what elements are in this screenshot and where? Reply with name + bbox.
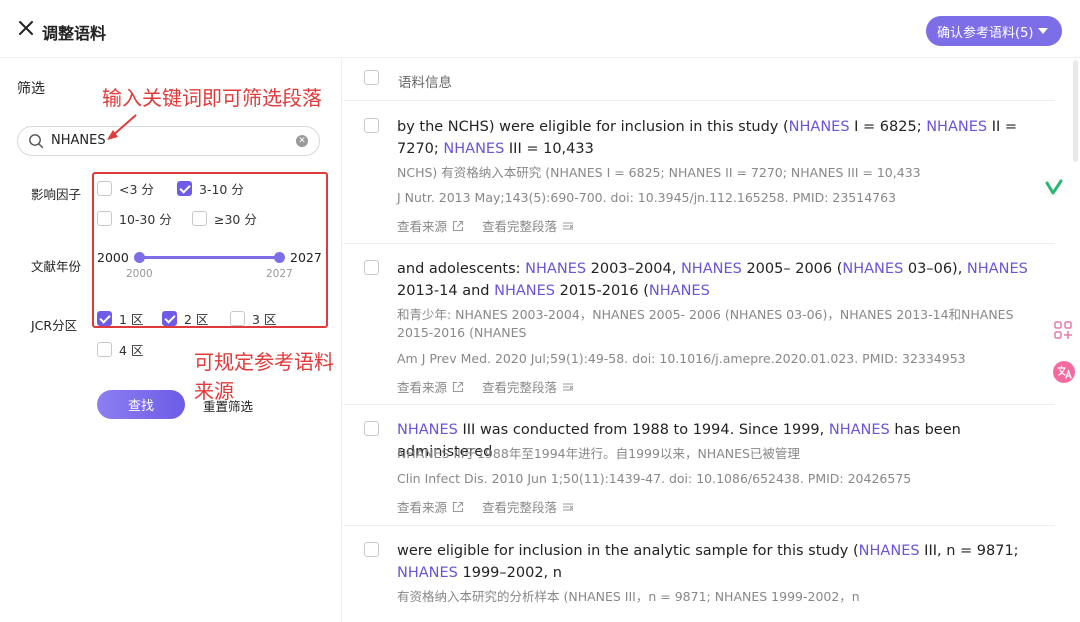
wechat-assistant-icon[interactable] [1044,178,1064,198]
view-source-link[interactable]: 查看来源 [397,216,464,235]
view-full-paragraph-label: 查看完整段落 [482,380,558,395]
checkbox [364,542,379,557]
checkbox [364,118,379,133]
view-source-label: 查看来源 [397,219,448,234]
paragraph-icon [563,382,574,391]
entry-links: 查看来源 查看完整段落 [397,216,592,235]
entry-links: 查看来源 查看完整段落 [397,377,592,396]
corpus-entry: were eligible for inclusion in the analy… [343,526,1055,622]
jcr-option-q4[interactable]: 4 区 [97,340,143,359]
jcr-label: JCR分区 [31,318,78,333]
search-icon [29,134,44,149]
select-all-checkbox[interactable] [364,70,386,85]
corpus-list: 语料信息 by the NCHS) were eligible for incl… [343,58,1080,622]
corpus-info-header: 语料信息 [398,75,452,91]
translate-icon[interactable] [1052,360,1076,384]
external-link-icon [452,220,464,231]
corpus-entry: by the NCHS) were eligible for inclusion… [343,102,1055,244]
external-link-icon [452,381,464,392]
entry-links: 查看来源 查看完整段落 [397,497,592,516]
caret-down-icon [1038,28,1048,34]
adjust-corpus-dialog: 调整语料 确认参考语料(5) 筛选 NHANES ✕ 影响因子 <3 分 3-1… [0,0,1080,622]
find-button[interactable]: 查找 [97,390,185,419]
search-input[interactable]: NHANES ✕ [17,126,320,156]
corpus-list-header: 语料信息 [343,58,1055,101]
corpus-entry: NHANES III was conducted from 1988 to 19… [343,405,1055,526]
corpus-entry: and adolescents: NHANES 2003–2004, NHANE… [343,244,1055,405]
view-source-label: 查看来源 [397,500,448,515]
close-icon [19,21,33,35]
entry-chinese-text: NHANES III于1988年至1994年进行。自1999以来，NHANES已… [397,446,800,461]
entry-checkbox[interactable] [364,421,386,436]
confirm-corpus-button[interactable]: 确认参考语料(5) [926,16,1062,46]
entry-chinese-text: 有资格纳入本研究的分析样本 (NHANES III，n = 9871; NHAN… [397,589,860,604]
filter-sidebar: 筛选 NHANES ✕ 影响因子 <3 分 3-10 分 10-30 分 ≥30… [0,58,342,622]
keyword-hint-annotation: 输入关键词即可筛选段落 [102,86,322,110]
scrollbar[interactable] [1073,60,1078,162]
view-source-link[interactable]: 查看来源 [397,497,464,516]
impact-factor-label: 影响因子 [31,187,82,202]
entry-checkbox[interactable] [364,542,386,557]
checkbox [364,70,379,85]
dialog-header: 调整语料 确认参考语料(5) [0,0,1080,58]
view-full-paragraph-label: 查看完整段落 [482,219,558,234]
dialog-title: 调整语料 [42,24,107,43]
jcr-option-label: 4 区 [119,343,144,358]
apps-grid-icon[interactable] [1053,320,1073,340]
external-link-icon [452,501,464,512]
paragraph-icon [563,502,574,511]
entry-checkbox[interactable] [364,260,386,275]
entry-citation: Clin Infect Dis. 2010 Jun 1;50(11):1439-… [397,471,912,486]
search-value: NHANES [51,133,106,148]
entry-chinese-text: NCHS) 有资格纳入本研究 (NHANES I = 6825; NHANES … [397,165,921,180]
view-full-paragraph-link[interactable]: 查看完整段落 [482,216,574,235]
view-source-link[interactable]: 查看来源 [397,377,464,396]
entry-english-text: were eligible for inclusion in the analy… [397,543,1019,581]
entry-citation: J Nutr. 2013 May;143(5):690-700. doi: 10… [397,190,897,205]
view-full-paragraph-link[interactable]: 查看完整段落 [482,377,574,396]
checkbox [364,421,379,436]
entry-checkbox[interactable] [364,118,386,133]
confirm-corpus-label: 确认参考语料(5) [937,25,1034,41]
view-source-label: 查看来源 [397,380,448,395]
clear-search-icon[interactable]: ✕ [296,135,308,147]
annotation-box [92,172,328,328]
view-full-paragraph-link[interactable]: 查看完整段落 [482,497,574,516]
filter-title: 筛选 [17,81,45,97]
checkbox [97,342,112,357]
close-button[interactable] [18,20,36,38]
entry-english-text: by the NCHS) were eligible for inclusion… [397,119,1018,157]
arrow-icon [107,114,137,140]
entry-english-text: and adolescents: NHANES 2003–2004, NHANE… [397,261,1028,299]
reset-filter-button[interactable]: 重置筛选 [203,396,253,415]
checkbox [364,260,379,275]
paragraph-icon [563,221,574,230]
entry-chinese-text: 和青少年: NHANES 2003-2004，NHANES 2005- 2006… [397,307,1014,340]
entry-citation: Am J Prev Med. 2020 Jul;59(1):49-58. doi… [397,351,966,366]
year-label: 文献年份 [31,259,82,274]
view-full-paragraph-label: 查看完整段落 [482,500,558,515]
